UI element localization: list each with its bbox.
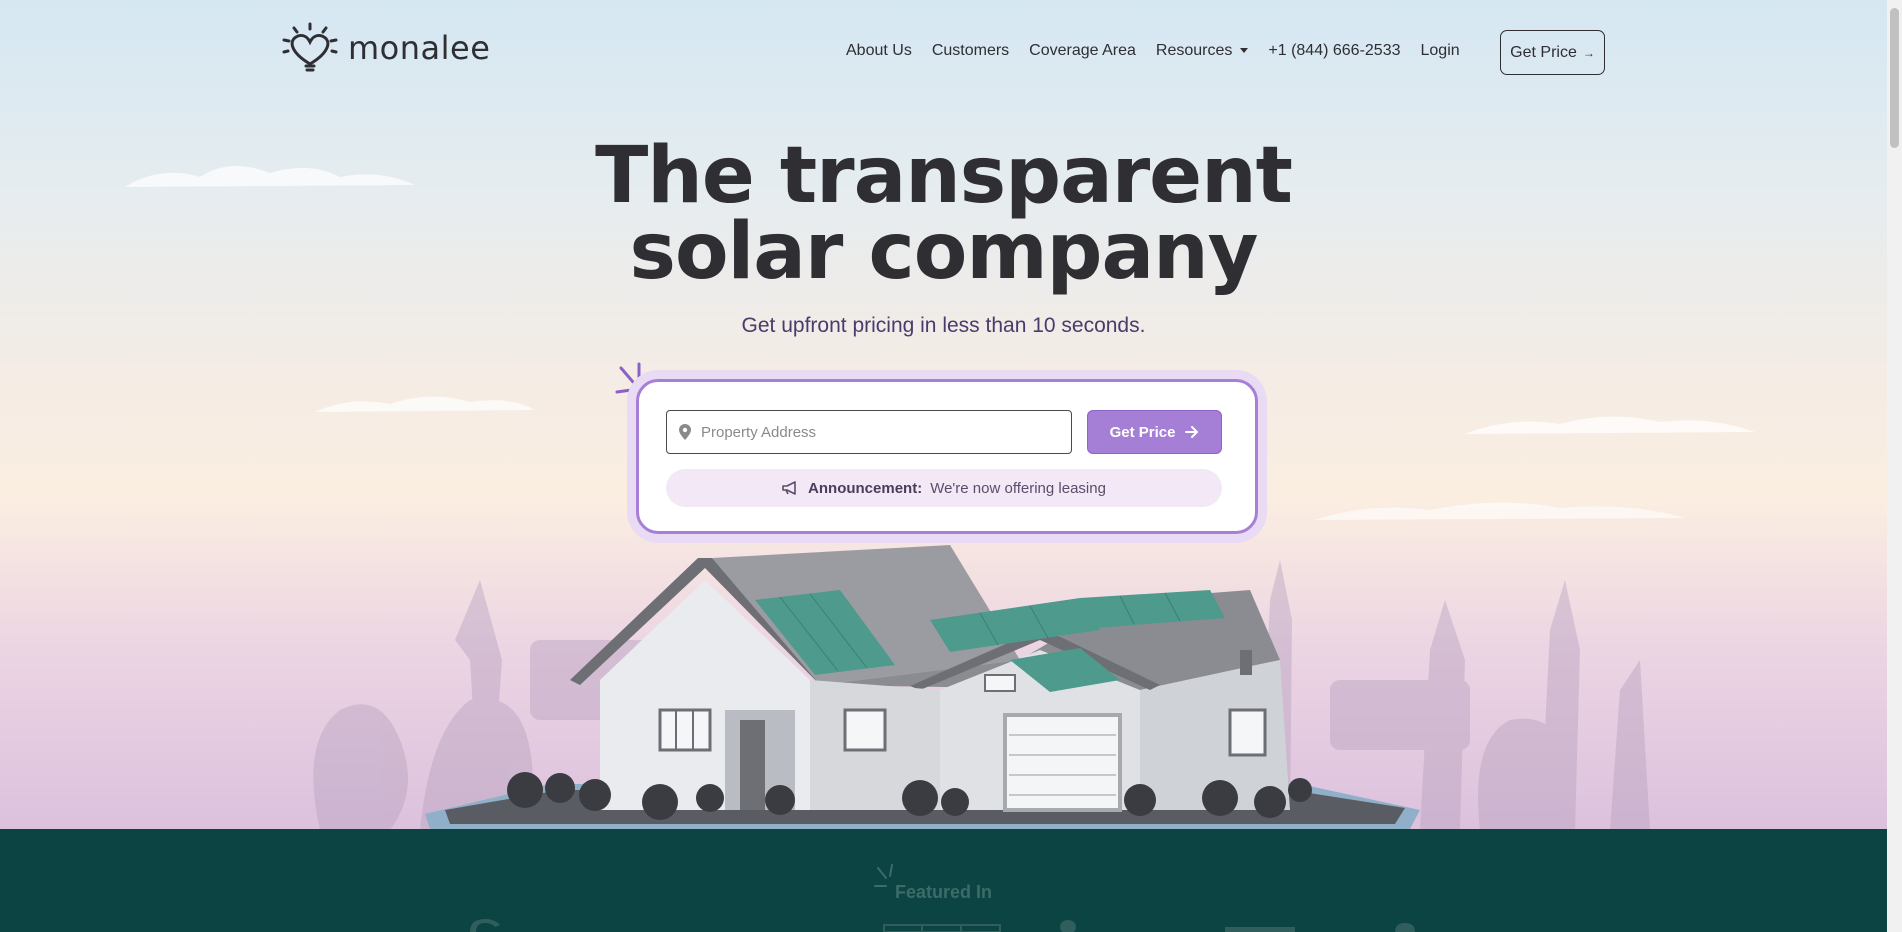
get-price-button[interactable]: Get Price: [1087, 410, 1222, 454]
pricing-card: [636, 379, 1258, 534]
cloud-decoration: [1465, 416, 1755, 434]
announcement-text: We're now offering leasing: [930, 479, 1106, 497]
megaphone-icon: [782, 481, 796, 495]
logo-lightbulb-heart-icon: [282, 22, 338, 72]
nav-login[interactable]: Login: [1421, 42, 1460, 60]
nav-resources[interactable]: Resources: [1155, 42, 1249, 60]
page-scrollbar[interactable]: [1887, 0, 1902, 932]
caret-down-icon: [1240, 48, 1249, 54]
property-address-input[interactable]: [699, 422, 1053, 442]
nav-about-us[interactable]: About Us: [846, 42, 912, 60]
nav-get-price-label: Get Price: [1510, 43, 1577, 61]
announcement-label: Announcement:: [808, 479, 923, 497]
map-pin-icon: [679, 424, 691, 440]
brand-name: monalee: [348, 29, 491, 67]
top-nav: About Us Customers Coverage Area Resourc…: [846, 42, 1460, 60]
nav-phone[interactable]: +1 (844) 666-2533: [1268, 42, 1400, 60]
get-price-label: Get Price: [1109, 423, 1176, 441]
solar-house-illustration: [425, 545, 1420, 829]
cloud-decoration: [1315, 502, 1685, 520]
arrow-right-icon: [1185, 426, 1199, 438]
nav-coverage-area[interactable]: Coverage Area: [1029, 42, 1136, 60]
featured-in-heading: Featured In: [894, 882, 992, 902]
nav-resources-label: Resources: [1155, 42, 1233, 59]
monalee-logo[interactable]: monalee: [280, 22, 490, 74]
hero-section: monalee About Us Customers Coverage Area…: [0, 0, 1887, 829]
scrollbar-thumb[interactable]: [1890, 8, 1899, 148]
announcement-banner[interactable]: Announcement: We're now offering leasing: [666, 469, 1222, 507]
arrow-right-icon: →: [1582, 45, 1595, 60]
hero-title-line2: solar company: [629, 207, 1259, 297]
hero-title: The transparent solar company: [0, 137, 1887, 291]
hero-subtitle: Get upfront pricing in less than 10 seco…: [741, 314, 1146, 337]
press-logos-row: [470, 919, 1415, 932]
nav-customers[interactable]: Customers: [932, 42, 1009, 60]
cloud-decoration: [315, 396, 535, 412]
nav-get-price-button[interactable]: Get Price →: [1500, 30, 1605, 75]
property-address-field[interactable]: [666, 410, 1072, 454]
